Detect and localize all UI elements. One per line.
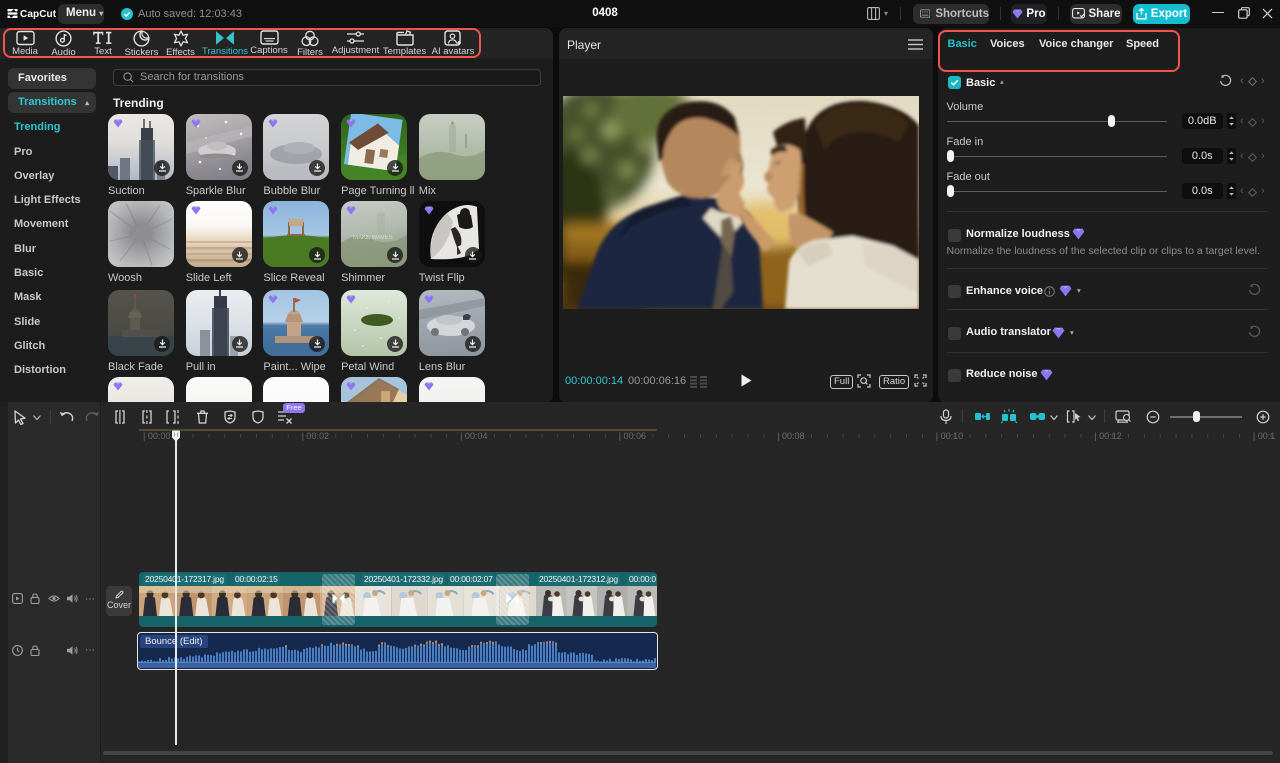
svg-text:MAKE WAVES: MAKE WAVES <box>353 235 393 241</box>
svg-text:| 00:1: | 00:1 <box>1253 431 1275 441</box>
svg-text:| 00:02: | 00:02 <box>302 431 329 441</box>
svg-text:| 00:00: | 00:00 <box>143 431 170 441</box>
svg-text:| 00:10: | 00:10 <box>936 431 963 441</box>
svg-text:| 00:12: | 00:12 <box>1094 431 1121 441</box>
svg-text:| 00:04: | 00:04 <box>460 431 487 441</box>
svg-text:| 00:06: | 00:06 <box>619 431 646 441</box>
svg-text:| 00:08: | 00:08 <box>777 431 804 441</box>
